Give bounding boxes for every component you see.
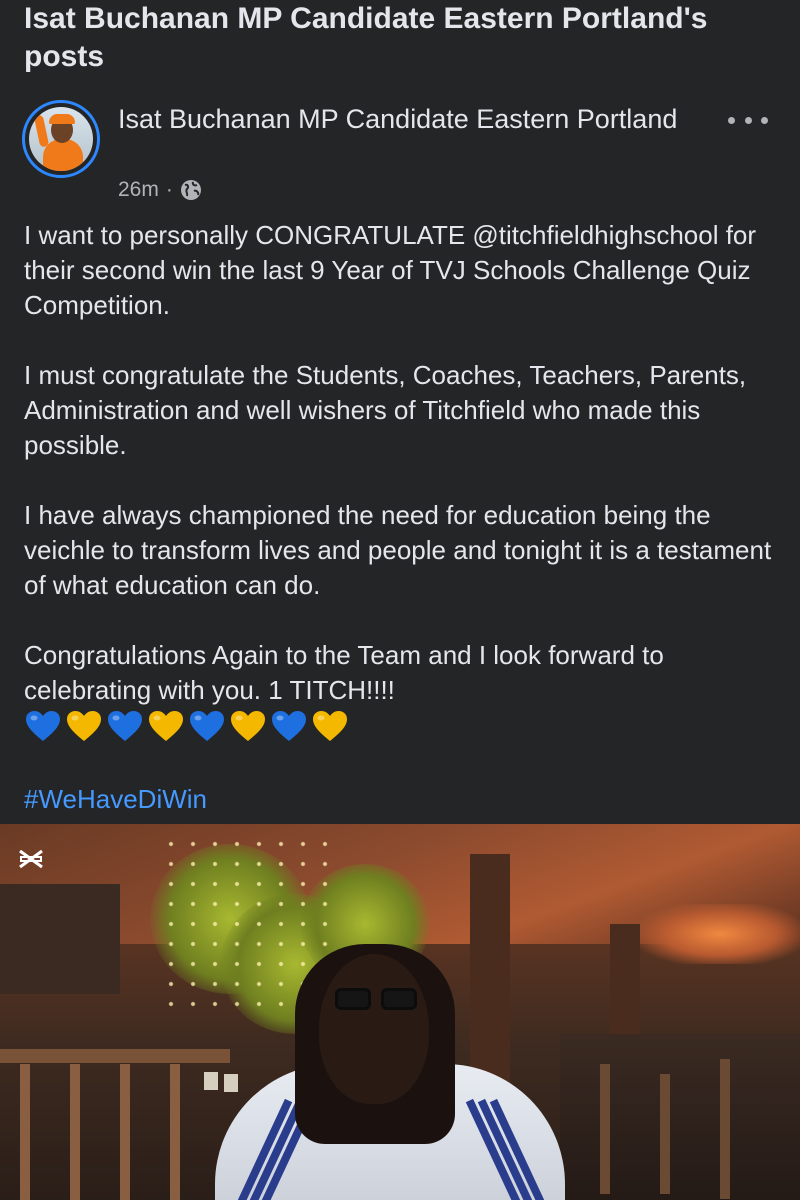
video-player[interactable]	[0, 824, 800, 1200]
yellow-heart-icon	[149, 711, 183, 741]
blue-heart-icon	[190, 711, 224, 741]
post-paragraph: Congratulations Again to the Team and I …	[24, 640, 664, 705]
more-options-icon[interactable]	[728, 106, 768, 134]
post-header: Isat Buchanan MP Candidate Eastern Portl…	[22, 100, 782, 201]
blue-heart-icon	[272, 711, 306, 741]
video-person	[215, 944, 565, 1200]
page-header: Isat Buchanan MP Candidate Eastern Portl…	[24, 0, 784, 76]
page-title: Isat Buchanan MP Candidate Eastern Portl…	[24, 2, 708, 73]
post-time[interactable]: 26m	[118, 178, 159, 202]
blue-heart-icon	[108, 711, 142, 741]
yellow-heart-icon	[313, 711, 347, 741]
post-paragraph: I must congratulate the Students, Coache…	[24, 360, 747, 460]
yellow-heart-icon	[231, 711, 265, 741]
capcut-icon	[19, 849, 43, 869]
heart-emoji-row	[24, 709, 784, 743]
post-paragraph: I want to personally CONGRATULATE @titch…	[24, 220, 757, 320]
post-body: I want to personally CONGRATULATE @titch…	[24, 218, 784, 817]
avatar-photo	[29, 107, 93, 171]
meta-separator: ·	[165, 178, 173, 201]
author-name[interactable]: Isat Buchanan MP Candidate Eastern Portl…	[118, 100, 678, 138]
yellow-heart-icon	[67, 711, 101, 741]
post-meta: 26m ·	[118, 176, 202, 204]
globe-icon	[180, 180, 201, 200]
post-paragraph: I have always championed the need for ed…	[24, 500, 772, 600]
hashtag-link[interactable]: #WeHaveDiWin	[24, 782, 784, 817]
avatar[interactable]	[22, 100, 100, 178]
blue-heart-icon	[26, 711, 60, 741]
